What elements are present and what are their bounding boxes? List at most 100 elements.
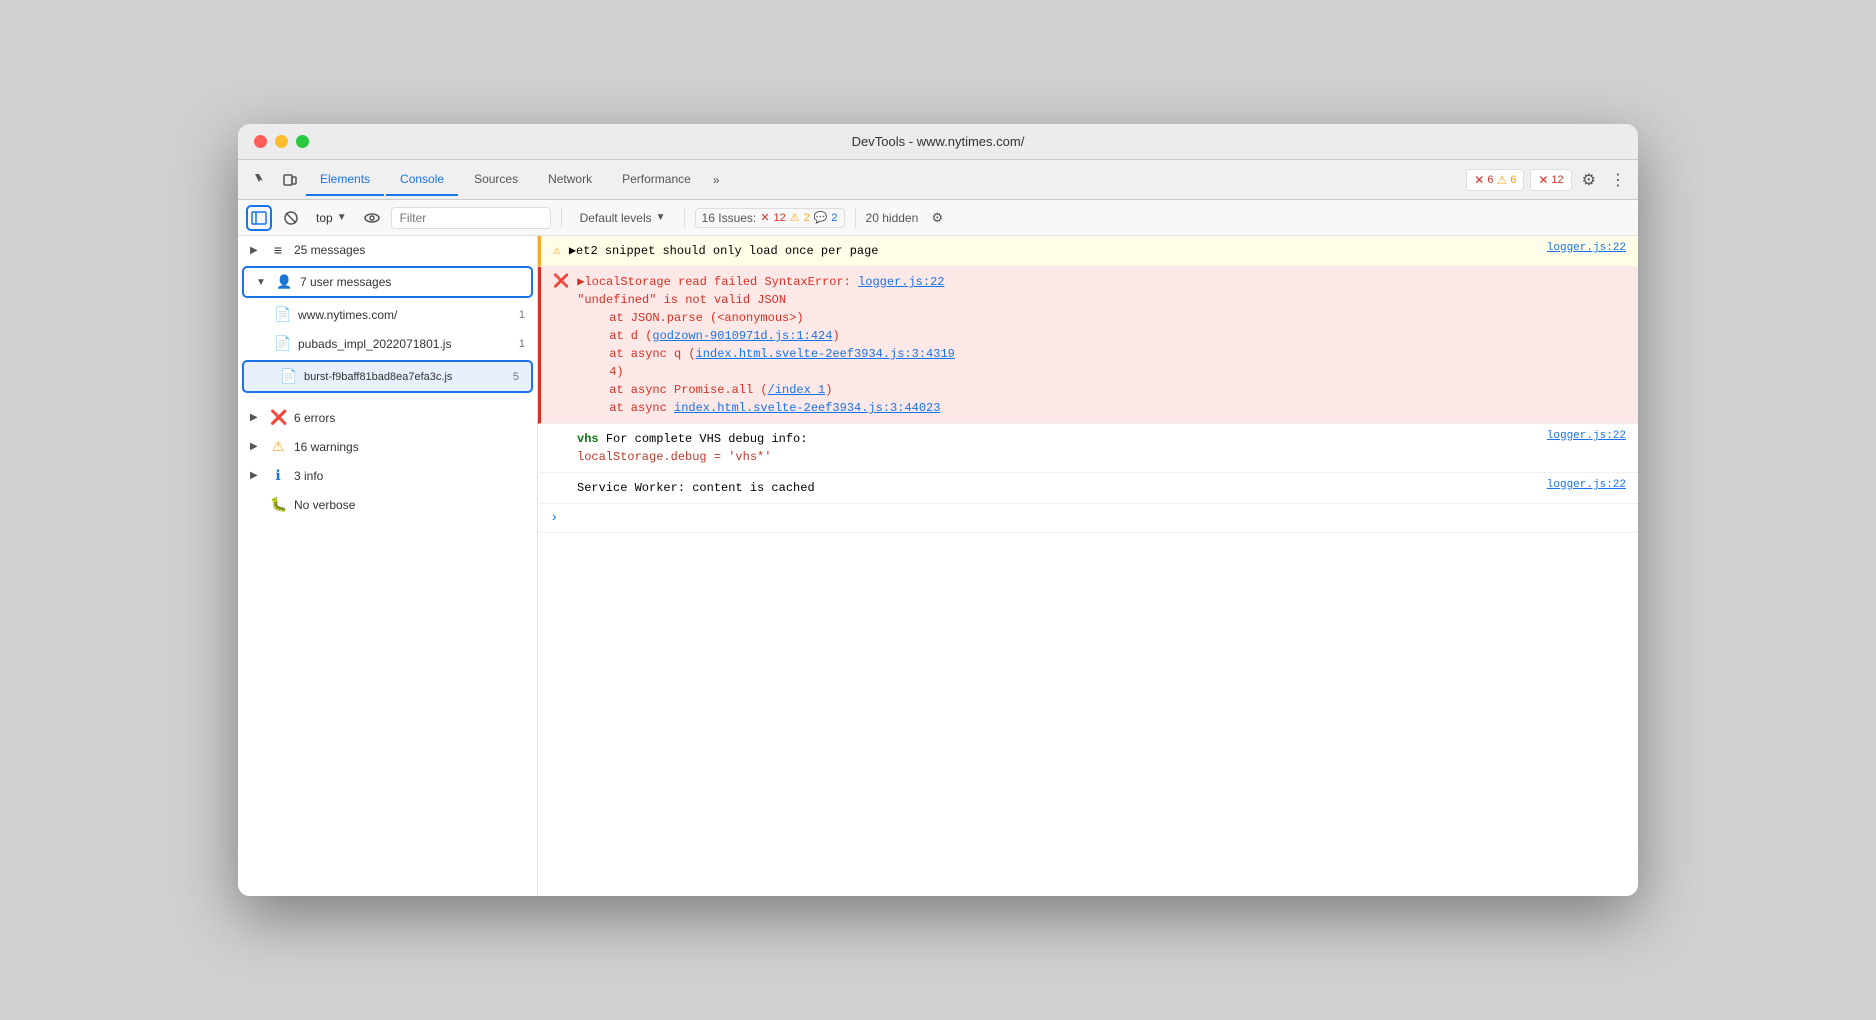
tab-network[interactable]: Network [534,164,606,196]
console-prompt[interactable]: › [538,504,1638,533]
levels-label: Default levels [580,211,652,225]
device-icon[interactable] [276,166,304,194]
maximize-button[interactable] [296,135,309,148]
close-button[interactable] [254,135,267,148]
nytimes-label: www.nytimes.com/ [298,308,397,322]
top-label: top [316,211,333,225]
toolbar-gear-icon[interactable]: ⚙ [924,205,950,231]
burst-file-selected[interactable]: 📄 burst-f9baff81bad8ea7efa3c.js 5 [242,360,533,393]
tab-sources[interactable]: Sources [460,164,532,196]
messages-label: 25 messages [294,243,365,257]
vhs-text: For complete VHS debug info: [606,432,808,446]
context-selector[interactable]: top ▼ [310,205,353,231]
verbose-label: No verbose [294,498,355,512]
devtools-body: Elements Console Sources Network Perform… [238,160,1638,896]
tab-bar-right: ✕ 6 ⚠ 6 ✕ 12 ⚙ ⋮ [1466,166,1630,194]
console-entry-sw: Service Worker: content is cached logger… [538,473,1638,504]
error-line1: ▶localStorage read failed SyntaxError: l… [577,273,1626,291]
vhs-source[interactable]: logger.js:22 [1547,430,1626,442]
sidebar-item-usermessages[interactable]: ▼ 👤 7 user messages [244,268,531,296]
warning-triangle-icon: ⚠ [1496,173,1507,187]
issues-warnings-count: 2 [804,212,810,224]
sidebar-item-pubads[interactable]: 📄 pubads_impl_2022071801.js 1 [238,329,537,358]
issues-badge[interactable]: ✕ 12 [1530,169,1571,191]
error-line7: at async Promise.all (/index 1) [577,381,1626,399]
error-line6: 4) [577,363,1626,381]
devtools-window: DevTools - www.nytimes.com/ Elements Con… [238,124,1638,896]
sidebar-toggle-button[interactable] [246,205,272,231]
sw-content: Service Worker: content is cached [577,479,1539,497]
block-icon[interactable] [278,205,304,231]
index-link[interactable]: /index 1 [768,383,826,397]
errors-badge[interactable]: ✕ 6 ⚠ 6 [1466,169,1524,191]
warnings-count: 6 [1510,174,1516,186]
window-title: DevTools - www.nytimes.com/ [852,134,1025,149]
godzown-link[interactable]: godzown-9010971d.js:1:424 [652,329,832,343]
sidebar-item-errors[interactable]: ▶ ❌ 6 errors [238,403,537,432]
sidebar-item-25messages[interactable]: ▶ ≡ 25 messages [238,236,537,264]
inspect-icon[interactable] [246,166,274,194]
tab-elements[interactable]: Elements [306,164,384,196]
sidebar-item-burst[interactable]: 📄 burst-f9baff81bad8ea7efa3c.js 5 [244,362,531,391]
errors-arrow-icon: ▶ [250,412,262,423]
error-circle-icon: ❌ [270,409,286,426]
file-icon: 📄 [274,306,290,323]
burst-count: 5 [513,371,519,383]
sidebar-item-info[interactable]: ▶ ℹ 3 info [238,461,537,490]
issues-errors-count: 12 [773,212,785,224]
issues-section[interactable]: 16 Issues: ✕ 12 ⚠ 2 💬 2 [695,208,845,228]
more-tabs-button[interactable]: » [707,169,726,191]
issue-error-icon: ✕ [760,211,769,224]
sidebar-item-nytimes[interactable]: 📄 www.nytimes.com/ 1 [238,300,537,329]
pubads-label: pubads_impl_2022071801.js [298,337,451,351]
error-line4: at d (godzown-9010971d.js:1:424) [577,327,1626,345]
levels-dropdown[interactable]: Default levels ▼ [572,208,674,228]
warning-icon: ⚠ [553,243,561,258]
console-input[interactable] [566,510,1626,524]
dropdown-arrow-icon: ▼ [337,212,347,223]
tab-console[interactable]: Console [386,164,458,196]
logger-link1[interactable]: logger.js:22 [858,275,944,289]
tab-performance[interactable]: Performance [608,164,705,196]
vhs-label: vhs [577,432,599,446]
info-label: 3 info [294,469,323,483]
minimize-button[interactable] [275,135,288,148]
settings-icon[interactable]: ⚙ [1578,166,1600,194]
file-icon3: 📄 [280,368,296,385]
warnings-arrow-icon: ▶ [250,441,262,452]
errors-count: 6 [1487,174,1493,186]
spacer [238,395,537,403]
error-line3: at JSON.parse (<anonymous>) [577,309,1626,327]
console-panel: ⚠ ▶et2 snippet should only load once per… [538,236,1638,896]
user-messages-label: 7 user messages [300,275,391,289]
console-sidebar: ▶ ≡ 25 messages ▼ 👤 7 user messages 📄 ww… [238,236,538,896]
more-menu-icon[interactable]: ⋮ [1606,166,1630,194]
pubads-count: 1 [519,338,525,350]
sw-source[interactable]: logger.js:22 [1547,479,1626,491]
bug-icon: 🐛 [270,496,286,513]
sidebar-item-verbose[interactable]: 🐛 No verbose [238,490,537,519]
warning-content: ▶et2 snippet should only load once per p… [569,242,1539,260]
warning-source[interactable]: logger.js:22 [1547,242,1626,254]
divider2 [684,208,685,228]
vhs-code: localStorage.debug = 'vhs*' [577,448,1539,466]
filter-input[interactable] [391,207,551,229]
console-entry-vhs: vhs For complete VHS debug info: localSt… [538,424,1638,473]
divider3 [855,208,856,228]
eye-icon[interactable] [359,205,385,231]
title-bar: DevTools - www.nytimes.com/ [238,124,1638,160]
user-messages-group: ▼ 👤 7 user messages [242,266,533,298]
vhs-content: vhs For complete VHS debug info: localSt… [577,430,1539,466]
main-content: ▶ ≡ 25 messages ▼ 👤 7 user messages 📄 ww… [238,236,1638,896]
issues-error-icon: ✕ [1538,173,1548,187]
sw-text: Service Worker: content is cached [577,481,815,495]
error-line5: at async q (index.html.svelte-2eef3934.j… [577,345,1626,363]
errors-label: 6 errors [294,411,335,425]
svelte-link2[interactable]: index.html.svelte-2eef3934.js:3:44023 [674,401,940,415]
warning-text: ▶et2 snippet should only load once per p… [569,244,879,258]
sidebar-item-warnings[interactable]: ▶ ⚠ 16 warnings [238,432,537,461]
user-icon: 👤 [276,274,292,290]
svelte-link1[interactable]: index.html.svelte-2eef3934.js:3:4319 [696,347,955,361]
issues-count: 12 [1551,174,1563,186]
burst-label: burst-f9baff81bad8ea7efa3c.js [304,371,452,383]
